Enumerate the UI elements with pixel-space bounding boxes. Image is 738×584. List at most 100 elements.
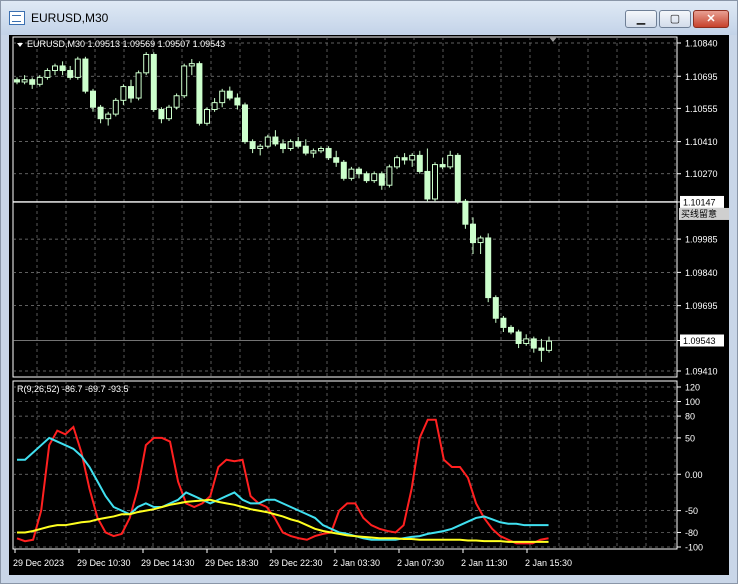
price-label: 1.09985 <box>685 235 718 245</box>
indicator-panel-frame <box>12 380 678 550</box>
candle-body <box>128 86 134 99</box>
candle-body <box>447 154 454 168</box>
candle-body <box>386 166 393 186</box>
candle-body <box>409 154 416 161</box>
grid <box>13 37 677 549</box>
candle-body <box>82 58 89 92</box>
candle-body <box>485 237 492 299</box>
candle-body <box>143 53 150 74</box>
candle-body <box>14 79 20 83</box>
maximize-button[interactable]: ▢ <box>659 10 691 28</box>
candle-body <box>462 200 469 225</box>
candle-body <box>105 113 112 120</box>
price-label: 1.09543 <box>683 336 716 346</box>
chart-window-icon <box>9 11 25 25</box>
candle-body <box>264 136 271 147</box>
price-axis: 1.10840 1.10695 1.10555 1.10410 1.10270 1.101… <box>677 39 729 377</box>
candle-body <box>470 223 476 244</box>
time-label: 29 Dec 22:30 <box>269 558 323 568</box>
price-panel-frame <box>12 36 678 378</box>
line-tag: 买线留意 <box>681 208 717 219</box>
candle-body <box>196 63 203 124</box>
candle-body <box>416 154 423 172</box>
price-label: 1.10270 <box>685 169 718 179</box>
candle-body <box>97 106 104 120</box>
time-label: 29 Dec 18:30 <box>205 558 259 568</box>
terminal-window: EURUSD,M30 ▁ ▢ ✕ 1.10840 1.10695 1.10555 1.… <box>0 0 738 584</box>
candle-body <box>242 104 248 143</box>
candle-body <box>348 168 355 179</box>
candle-body <box>173 95 180 108</box>
price-label: 1.09410 <box>685 367 718 377</box>
candle-body <box>508 326 514 333</box>
symbol-menu-icon[interactable] <box>17 43 23 47</box>
time-label: 29 Dec 2023 <box>13 558 64 568</box>
candle-body <box>112 99 119 115</box>
candle-body <box>333 157 340 163</box>
chart-shift-marker[interactable] <box>549 37 557 42</box>
candle-body <box>318 148 324 152</box>
price-header: EURUSD,M30 1.09513 1.09569 1.09507 1.095… <box>27 39 225 49</box>
candle-body <box>226 90 233 99</box>
candle-body <box>523 338 530 344</box>
candle-body <box>530 338 537 349</box>
candle-body <box>356 168 362 175</box>
minimize-icon: ▁ <box>636 13 646 25</box>
title-bar[interactable]: EURUSD,M30 ▁ ▢ ✕ <box>1 1 737 35</box>
candle-body <box>219 90 226 104</box>
indicator-label: 120 <box>685 383 700 393</box>
candle-body <box>135 72 142 99</box>
time-axis: 29 Dec 2023 29 Dec 10:30 29 Dec 14:30 29 De… <box>13 549 572 568</box>
price-label: 1.09840 <box>685 268 718 278</box>
indicator-label: 100 <box>685 397 700 407</box>
candle-body <box>515 331 522 344</box>
candle-body <box>538 347 545 351</box>
price-label: 1.10555 <box>685 104 718 114</box>
candle-body <box>204 109 210 124</box>
candle-body <box>401 157 408 161</box>
candle-body <box>295 141 302 147</box>
candle-body <box>500 317 507 328</box>
candle-body <box>234 97 241 106</box>
candle-body <box>181 65 188 97</box>
price-label: 1.10147 <box>683 197 716 207</box>
candle-body <box>211 102 218 111</box>
candle-body <box>249 141 256 150</box>
candle-body <box>74 58 81 78</box>
candle-body <box>59 65 66 72</box>
time-label: 2 Jan 11:30 <box>461 558 507 568</box>
candle-body <box>257 145 264 150</box>
candle-body <box>287 141 294 150</box>
candle-body <box>371 173 378 182</box>
chart-area[interactable]: 1.10840 1.10695 1.10555 1.10410 1.10270 1.101… <box>9 35 729 575</box>
indicator-series-line <box>17 436 549 541</box>
chart-svg[interactable]: 1.10840 1.10695 1.10555 1.10410 1.10270 1.101… <box>9 35 729 575</box>
candle-body <box>439 164 446 168</box>
candle-body <box>158 109 165 120</box>
indicator-lines <box>16 418 549 545</box>
price-label: 1.10695 <box>685 72 718 82</box>
price-label: 1.09695 <box>685 301 718 311</box>
time-label: 29 Dec 10:30 <box>77 558 131 568</box>
candle-body <box>363 173 370 182</box>
indicator-label: -100 <box>685 543 703 553</box>
minimize-button[interactable]: ▁ <box>625 10 657 28</box>
indicator-label: 50 <box>685 433 695 443</box>
close-button[interactable]: ✕ <box>693 10 729 28</box>
time-label: 2 Jan 03:30 <box>333 558 380 568</box>
window-title: EURUSD,M30 <box>31 11 109 25</box>
time-label: 29 Dec 14:30 <box>141 558 195 568</box>
candle-body <box>424 170 431 200</box>
candle-body <box>432 164 438 200</box>
indicator-label: 0.00 <box>685 470 703 480</box>
maximize-icon: ▢ <box>669 13 681 25</box>
indicator-label: 80 <box>685 412 695 422</box>
candle-body <box>378 173 385 186</box>
candle-body <box>52 65 58 72</box>
candle-body <box>188 63 195 67</box>
candle-body <box>272 136 279 145</box>
time-label: 2 Jan 07:30 <box>397 558 444 568</box>
candle-body <box>454 154 461 202</box>
candle-body <box>477 237 484 244</box>
candle-body <box>44 70 51 78</box>
